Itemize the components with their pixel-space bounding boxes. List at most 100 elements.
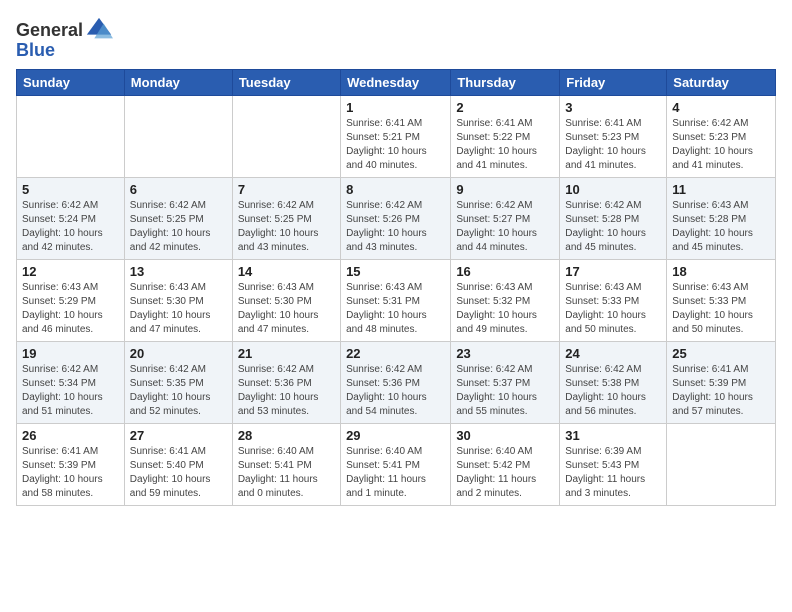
calendar-cell: 1 Sunrise: 6:41 AM Sunset: 5:21 PM Daylig… xyxy=(341,96,451,178)
day-number: 20 xyxy=(130,346,227,361)
calendar-cell: 13 Sunrise: 6:43 AM Sunset: 5:30 PM Dayli… xyxy=(124,260,232,342)
calendar-cell: 26Sunrise: 6:41 AM Sunset: 5:39 PM Dayli… xyxy=(17,424,125,506)
day-number: 5 xyxy=(22,182,119,197)
day-info: Sunrise: 6:40 AM Sunset: 5:41 PM Dayligh… xyxy=(346,445,445,501)
day-number: 24 xyxy=(565,346,661,361)
day-number: 25 xyxy=(672,346,770,361)
day-info: Sunrise: 6:40 AM Sunset: 5:41 PM Dayligh… xyxy=(238,445,335,501)
day-number: 1 xyxy=(346,100,445,115)
day-number: 30 xyxy=(456,428,554,443)
day-number: 15 xyxy=(346,264,445,279)
day-info: Sunrise: 6:41 AM Sunset: 5:40 PM Dayligh… xyxy=(130,445,227,501)
day-number: 17 xyxy=(565,264,661,279)
calendar-cell: 6 Sunrise: 6:42 AM Sunset: 5:25 PM Daylig… xyxy=(124,178,232,260)
calendar-cell: 28 Sunrise: 6:40 AM Sunset: 5:41 PM Dayli… xyxy=(232,424,340,506)
calendar-cell: 24 Sunrise: 6:42 AM Sunset: 5:38 PM Dayli… xyxy=(560,342,667,424)
calendar-cell: 5 Sunrise: 6:42 AM Sunset: 5:24 PM Daylig… xyxy=(17,178,125,260)
day-number: 23 xyxy=(456,346,554,361)
calendar-cell: 3 Sunrise: 6:41 AM Sunset: 5:23 PM Daylig… xyxy=(560,96,667,178)
day-info: Sunrise: 6:42 AM Sunset: 5:36 PM Dayligh… xyxy=(238,363,335,419)
calendar-week-3: 12 Sunrise: 6:43 AM Sunset: 5:29 PM Dayli… xyxy=(17,260,776,342)
calendar-cell: 30Sunrise: 6:40 AM Sunset: 5:42 PM Dayli… xyxy=(451,424,560,506)
day-number: 16 xyxy=(456,264,554,279)
weekday-header-saturday: Saturday xyxy=(667,70,776,96)
day-info: Sunrise: 6:42 AM Sunset: 5:25 PM Dayligh… xyxy=(238,199,335,255)
calendar-cell xyxy=(667,424,776,506)
day-number: 2 xyxy=(456,100,554,115)
day-number: 3 xyxy=(565,100,661,115)
calendar-cell: 31Sunrise: 6:39 AM Sunset: 5:43 PM Dayli… xyxy=(560,424,667,506)
day-info: Sunrise: 6:42 AM Sunset: 5:23 PM Dayligh… xyxy=(672,117,770,173)
day-info: Sunrise: 6:42 AM Sunset: 5:38 PM Dayligh… xyxy=(565,363,661,419)
calendar-cell: 19Sunrise: 6:42 AM Sunset: 5:34 PM Dayli… xyxy=(17,342,125,424)
day-number: 18 xyxy=(672,264,770,279)
day-info: Sunrise: 6:41 AM Sunset: 5:39 PM Dayligh… xyxy=(672,363,770,419)
logo-general-text: General xyxy=(16,20,83,41)
day-info: Sunrise: 6:42 AM Sunset: 5:35 PM Dayligh… xyxy=(130,363,227,419)
calendar-cell: 25 Sunrise: 6:41 AM Sunset: 5:39 PM Dayli… xyxy=(667,342,776,424)
day-info: Sunrise: 6:41 AM Sunset: 5:21 PM Dayligh… xyxy=(346,117,445,173)
day-info: Sunrise: 6:43 AM Sunset: 5:31 PM Dayligh… xyxy=(346,281,445,337)
day-info: Sunrise: 6:42 AM Sunset: 5:26 PM Dayligh… xyxy=(346,199,445,255)
calendar-cell: 4 Sunrise: 6:42 AM Sunset: 5:23 PM Daylig… xyxy=(667,96,776,178)
page-header: General Blue xyxy=(16,16,776,61)
day-number: 8 xyxy=(346,182,445,197)
day-number: 26 xyxy=(22,428,119,443)
day-info: Sunrise: 6:43 AM Sunset: 5:30 PM Dayligh… xyxy=(130,281,227,337)
day-info: Sunrise: 6:43 AM Sunset: 5:33 PM Dayligh… xyxy=(565,281,661,337)
weekday-header-friday: Friday xyxy=(560,70,667,96)
day-number: 29 xyxy=(346,428,445,443)
day-number: 22 xyxy=(346,346,445,361)
day-info: Sunrise: 6:41 AM Sunset: 5:23 PM Dayligh… xyxy=(565,117,661,173)
calendar-cell xyxy=(17,96,125,178)
calendar-cell: 23Sunrise: 6:42 AM Sunset: 5:37 PM Dayli… xyxy=(451,342,560,424)
calendar-cell: 12 Sunrise: 6:43 AM Sunset: 5:29 PM Dayli… xyxy=(17,260,125,342)
calendar-cell xyxy=(124,96,232,178)
day-info: Sunrise: 6:42 AM Sunset: 5:24 PM Dayligh… xyxy=(22,199,119,255)
calendar-cell: 10 Sunrise: 6:42 AM Sunset: 5:28 PM Dayli… xyxy=(560,178,667,260)
day-number: 13 xyxy=(130,264,227,279)
calendar-cell: 2Sunrise: 6:41 AM Sunset: 5:22 PM Daylig… xyxy=(451,96,560,178)
day-info: Sunrise: 6:43 AM Sunset: 5:32 PM Dayligh… xyxy=(456,281,554,337)
weekday-header-thursday: Thursday xyxy=(451,70,560,96)
calendar-cell: 29 Sunrise: 6:40 AM Sunset: 5:41 PM Dayli… xyxy=(341,424,451,506)
day-info: Sunrise: 6:43 AM Sunset: 5:29 PM Dayligh… xyxy=(22,281,119,337)
calendar-cell: 18 Sunrise: 6:43 AM Sunset: 5:33 PM Dayli… xyxy=(667,260,776,342)
weekday-header-wednesday: Wednesday xyxy=(341,70,451,96)
calendar-cell: 15 Sunrise: 6:43 AM Sunset: 5:31 PM Dayli… xyxy=(341,260,451,342)
day-info: Sunrise: 6:43 AM Sunset: 5:30 PM Dayligh… xyxy=(238,281,335,337)
day-number: 7 xyxy=(238,182,335,197)
calendar-table: SundayMondayTuesdayWednesdayThursdayFrid… xyxy=(16,69,776,506)
calendar-week-2: 5 Sunrise: 6:42 AM Sunset: 5:24 PM Daylig… xyxy=(17,178,776,260)
calendar-cell: 16 Sunrise: 6:43 AM Sunset: 5:32 PM Dayli… xyxy=(451,260,560,342)
calendar-cell: 7 Sunrise: 6:42 AM Sunset: 5:25 PM Daylig… xyxy=(232,178,340,260)
day-info: Sunrise: 6:43 AM Sunset: 5:28 PM Dayligh… xyxy=(672,199,770,255)
day-number: 11 xyxy=(672,182,770,197)
day-number: 27 xyxy=(130,428,227,443)
calendar-cell: 21 Sunrise: 6:42 AM Sunset: 5:36 PM Dayli… xyxy=(232,342,340,424)
weekday-header-sunday: Sunday xyxy=(17,70,125,96)
logo: General Blue xyxy=(16,16,113,61)
weekday-header-monday: Monday xyxy=(124,70,232,96)
day-number: 21 xyxy=(238,346,335,361)
calendar-cell: 17 Sunrise: 6:43 AM Sunset: 5:33 PM Dayli… xyxy=(560,260,667,342)
calendar-cell: 22Sunrise: 6:42 AM Sunset: 5:36 PM Dayli… xyxy=(341,342,451,424)
calendar-cell: 9Sunrise: 6:42 AM Sunset: 5:27 PM Daylig… xyxy=(451,178,560,260)
day-info: Sunrise: 6:39 AM Sunset: 5:43 PM Dayligh… xyxy=(565,445,661,501)
calendar-cell: 11 Sunrise: 6:43 AM Sunset: 5:28 PM Dayli… xyxy=(667,178,776,260)
day-number: 10 xyxy=(565,182,661,197)
calendar-week-5: 26Sunrise: 6:41 AM Sunset: 5:39 PM Dayli… xyxy=(17,424,776,506)
logo-blue-text: Blue xyxy=(16,40,55,61)
day-number: 6 xyxy=(130,182,227,197)
day-number: 4 xyxy=(672,100,770,115)
calendar-cell xyxy=(232,96,340,178)
day-info: Sunrise: 6:42 AM Sunset: 5:25 PM Dayligh… xyxy=(130,199,227,255)
weekday-header-tuesday: Tuesday xyxy=(232,70,340,96)
day-info: Sunrise: 6:42 AM Sunset: 5:28 PM Dayligh… xyxy=(565,199,661,255)
day-info: Sunrise: 6:42 AM Sunset: 5:27 PM Dayligh… xyxy=(456,199,554,255)
calendar-cell: 8 Sunrise: 6:42 AM Sunset: 5:26 PM Daylig… xyxy=(341,178,451,260)
day-number: 28 xyxy=(238,428,335,443)
logo-icon xyxy=(85,16,113,44)
day-info: Sunrise: 6:43 AM Sunset: 5:33 PM Dayligh… xyxy=(672,281,770,337)
day-number: 12 xyxy=(22,264,119,279)
